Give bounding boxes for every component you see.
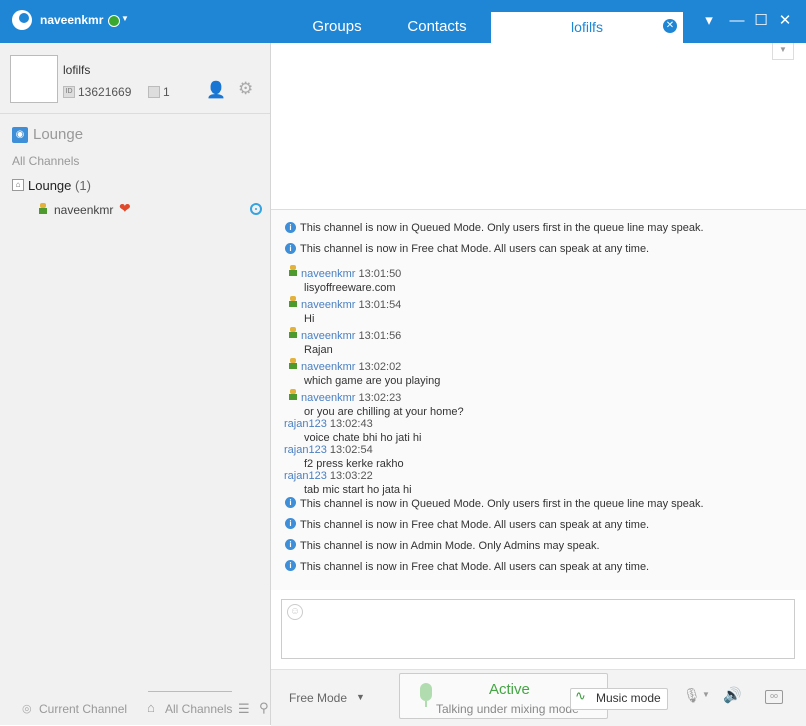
chevron-down-icon[interactable]: ▼ [356, 692, 365, 702]
message-sender: naveenkmr 13:02:23 [301, 392, 402, 404]
all-channels-tab[interactable]: All Channels [165, 702, 232, 716]
talk-status: Active [489, 681, 530, 698]
message-sender: rajan123 13:02:54 [284, 444, 373, 456]
expand-chevron-icon[interactable]: ▼ [772, 43, 794, 60]
minimize-icon[interactable]: — [728, 12, 746, 30]
maximize-icon[interactable]: ☐ [752, 12, 770, 30]
speaker-icon[interactable]: 🔊 [723, 686, 742, 704]
microphone-icon [416, 683, 436, 709]
waveform-icon: ∿ [575, 688, 586, 703]
message-sender: naveenkmr 13:01:50 [301, 268, 402, 280]
system-message: This channel is now in Free chat Mode. A… [300, 243, 650, 255]
chat-mode-select[interactable]: Free Mode [289, 691, 347, 705]
channel-id-icon: ID [63, 86, 75, 98]
system-message: This channel is now in Free chat Mode. A… [300, 561, 650, 573]
message-text: Hi [304, 313, 315, 325]
username-label[interactable]: naveenkmr [40, 13, 103, 27]
user-count: 1 [163, 85, 170, 99]
music-mode-label: Music mode [596, 691, 661, 705]
info-icon: i [285, 539, 296, 550]
message-sender: naveenkmr 13:02:02 [301, 361, 402, 373]
system-message: This channel is now in Admin Mode. Only … [300, 540, 600, 552]
gear-icon[interactable]: ⚙ [238, 79, 253, 99]
lounge-title: Lounge [33, 126, 84, 143]
tab-indicator [148, 691, 232, 692]
online-status-icon[interactable] [108, 15, 120, 27]
tab-contacts[interactable]: Contacts [398, 0, 476, 43]
info-icon: i [285, 243, 296, 254]
system-message: This channel is now in Queued Mode. Only… [300, 498, 704, 510]
user-icon [288, 327, 298, 338]
close-tab-icon[interactable]: ✕ [663, 19, 677, 33]
heart-badge-icon: ❤ [119, 200, 131, 216]
close-window-icon[interactable]: ✕ [776, 12, 794, 30]
user-icon [288, 389, 298, 400]
user-icon [38, 203, 50, 215]
add-user-icon[interactable]: 👤 [206, 80, 226, 100]
all-channels-label[interactable]: All Channels [12, 154, 79, 168]
message-text: which game are you playing [304, 375, 441, 387]
message-text: f2 press kerke rakho [304, 458, 404, 470]
info-icon: i [285, 560, 296, 571]
list-icon[interactable]: ☰ [238, 701, 250, 717]
message-sender: rajan123 13:03:22 [284, 470, 373, 482]
record-icon[interactable]: oo [765, 690, 783, 704]
channel-tree-label: Lounge [28, 178, 72, 193]
channel-info-area [271, 43, 806, 210]
location-icon[interactable] [250, 203, 262, 215]
system-message: This channel is now in Queued Mode. Only… [300, 222, 704, 234]
lounge-rss-icon: ◉ [12, 127, 28, 143]
home-icon: ⌂ [12, 179, 24, 191]
status-dropdown-icon[interactable]: ▼ [121, 14, 129, 23]
chevron-down-icon[interactable]: ▼ [702, 690, 710, 699]
message-text: or you are chilling at your home? [304, 406, 464, 418]
current-channel-icon: ◎ [22, 703, 32, 715]
channel-name: lofilfs [63, 63, 91, 77]
info-icon: i [285, 518, 296, 529]
channel-id: 13621669 [78, 85, 132, 99]
app-logo-icon [12, 10, 32, 30]
all-channels-home-icon: ⌂ [147, 700, 155, 715]
divider [0, 113, 270, 114]
left-panel [0, 43, 271, 725]
current-channel-tab[interactable]: Current Channel [39, 702, 127, 716]
message-sender: rajan123 13:02:43 [284, 418, 373, 430]
user-icon [288, 296, 298, 307]
message-text: tab mic start ho jata hi [304, 484, 412, 496]
channel-tree-item-lounge[interactable]: Lounge (1) [28, 178, 91, 193]
mic-settings-icon[interactable]: 🎙 [683, 687, 701, 704]
message-text: lisyoffreeware.com [304, 282, 396, 294]
emoji-icon[interactable]: ☺ [287, 604, 303, 620]
user-icon [288, 265, 298, 276]
message-text: voice chate bhi ho jati hi [304, 432, 422, 444]
tab-groups[interactable]: Groups [300, 0, 374, 43]
channel-avatar[interactable] [10, 55, 58, 103]
message-sender: naveenkmr 13:01:54 [301, 299, 402, 311]
channel-user-item[interactable]: naveenkmr [54, 203, 113, 217]
window-menu-icon[interactable]: ▾ [700, 12, 718, 30]
talk-status-subtitle: Talking under mixing mode [436, 702, 579, 716]
user-icon [288, 358, 298, 369]
channel-tree-count: (1) [75, 178, 91, 193]
message-text: Rajan [304, 344, 333, 356]
user-count-icon [148, 86, 160, 98]
message-input[interactable] [281, 599, 795, 659]
system-message: This channel is now in Free chat Mode. A… [300, 519, 650, 531]
message-sender: naveenkmr 13:01:56 [301, 330, 402, 342]
search-icon[interactable]: ⚲ [259, 700, 269, 716]
info-icon: i [285, 497, 296, 508]
tab-channel-active[interactable]: lofilfs [491, 12, 683, 43]
info-icon: i [285, 222, 296, 233]
